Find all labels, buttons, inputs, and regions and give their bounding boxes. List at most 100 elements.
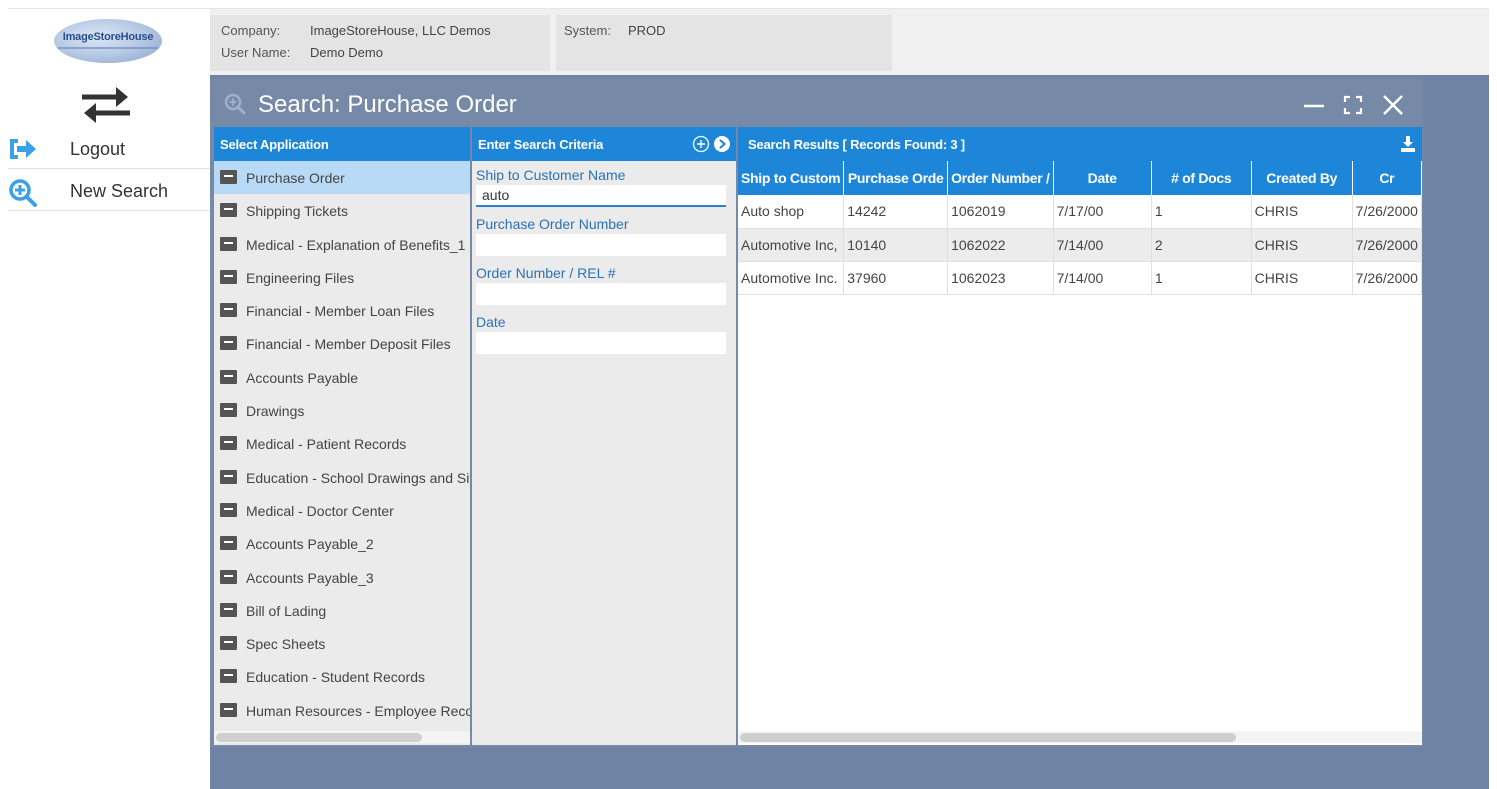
logout-icon [8, 136, 38, 162]
company-value: ImageStoreHouse, LLC Demos [310, 23, 491, 38]
search-window: Search: Purchase Order Select Applicatio… [210, 79, 1423, 747]
archive-box-icon [220, 170, 237, 184]
application-list-item[interactable]: Spec Sheets [214, 627, 470, 660]
archive-box-icon [220, 303, 237, 318]
application-label: Spec Sheets [246, 636, 326, 653]
application-label: Medical - Doctor Center [246, 502, 394, 519]
search-results-panel: Search Results [ Records Found: 3 ] Ship… [738, 127, 1422, 745]
results-cell: Auto shop [738, 195, 845, 229]
results-row[interactable]: Auto shop 14242 1062019 7/17/00 1 CHRIS 7/26/2… [738, 195, 1422, 229]
archive-box-icon [220, 336, 237, 351]
results-row[interactable]: Automotive Inc. 37960 1062023 7/14/00 1 CHRIS… [738, 261, 1422, 295]
minimize-icon[interactable] [1300, 91, 1328, 119]
close-icon[interactable] [1379, 91, 1407, 119]
application-list-item[interactable]: Accounts Payable_2 [214, 527, 470, 560]
results-cell: 7/26/2000 [1352, 228, 1422, 262]
results-cell: 7/26/2000 [1352, 261, 1422, 295]
application-list-item[interactable]: Purchase Order [214, 161, 470, 195]
application-list-item[interactable]: Financial - Member Loan Files [214, 294, 470, 327]
order-number-rel-input[interactable] [476, 283, 726, 305]
maximize-icon[interactable] [1339, 91, 1367, 119]
results-cell: 2 [1151, 228, 1252, 262]
results-horizontal-scrollbar[interactable] [738, 731, 1422, 743]
app-frame: ImageStoreHouse Company: ImageStoreHouse… [8, 8, 1489, 789]
column-header-created-by[interactable]: Created By [1251, 161, 1353, 195]
application-list-item[interactable]: Drawings [214, 394, 470, 427]
application-label: Human Resources - Employee Recor [246, 702, 470, 719]
application-list-item[interactable]: Financial - Member Deposit Files [214, 327, 470, 360]
results-cell: 7/17/00 [1053, 195, 1152, 229]
ship-to-customer-name-input[interactable] [476, 185, 726, 207]
results-cell: 1062023 [947, 261, 1054, 295]
column-header-purchase-order[interactable]: Purchase Orde [843, 161, 949, 195]
results-cell: 10140 [843, 228, 949, 262]
application-list-item[interactable]: Education - School Drawings and Site [214, 461, 470, 494]
archive-box-icon [220, 236, 237, 251]
archive-box-icon [220, 403, 237, 418]
purchase-order-number-input[interactable] [476, 234, 726, 256]
column-header-order-number[interactable]: Order Number / [947, 161, 1054, 195]
select-application-panel: Select Application Purchase Order Shippin… [214, 127, 470, 745]
application-list-item[interactable]: Medical - Doctor Center [214, 494, 470, 527]
user-name-value: Demo Demo [310, 45, 383, 60]
criteria-actions [692, 135, 730, 153]
column-header-date[interactable]: Date [1053, 161, 1152, 195]
application-list-item[interactable]: Accounts Payable [214, 361, 470, 394]
column-header-created-date[interactable]: Cr [1352, 161, 1422, 195]
archive-box-icon [220, 569, 237, 584]
column-header-num-docs[interactable]: # of Docs [1151, 161, 1252, 195]
system-info-box: System: PROD [556, 15, 892, 71]
application-list-item[interactable]: Bill of Lading [214, 594, 470, 627]
archive-box-icon [220, 436, 237, 451]
application-list-item[interactable]: Engineering Files [214, 261, 470, 294]
header-bar: ImageStoreHouse Company: ImageStoreHouse… [8, 9, 1489, 75]
application-label: Accounts Payable [246, 369, 359, 386]
download-icon[interactable] [1400, 135, 1416, 153]
column-header-ship-to-customer[interactable]: Ship to Custom [738, 161, 845, 195]
application-label: Medical - Explanation of Benefits_1 [246, 236, 466, 253]
ship-to-customer-name-label: Ship to Customer Name [476, 167, 626, 183]
search-plus-icon [224, 93, 246, 115]
results-cell: 1 [1151, 195, 1252, 229]
nav-item-new-search[interactable]: New Search [8, 171, 210, 211]
application-label: Financial - Member Loan Files [246, 303, 435, 320]
application-list-item[interactable]: Medical - Explanation of Benefits_1 [214, 228, 470, 261]
archive-box-icon [220, 269, 237, 284]
application-label: Purchase Order [246, 170, 345, 186]
archive-box-icon [220, 369, 237, 384]
application-list-item[interactable]: Accounts Payable_3 [214, 561, 470, 594]
application-list-item[interactable]: Shipping Tickets [214, 194, 470, 227]
search-criteria-panel: Enter Search Criteria Ship to Customer N [472, 127, 736, 745]
archive-box-icon [220, 602, 237, 617]
results-row[interactable]: Automotive Inc, 10140 1062022 7/14/00 2 CHRIS… [738, 228, 1422, 262]
results-table: Ship to Custom Purchase Orde Order Numbe… [738, 161, 1422, 295]
search-plus-icon [8, 178, 38, 207]
results-cell: CHRIS [1251, 195, 1353, 229]
window-controls [1292, 91, 1407, 119]
application-label: Engineering Files [246, 269, 355, 286]
nav-item-logout[interactable]: Logout [8, 129, 210, 169]
swap-arrows-icon[interactable] [78, 83, 134, 127]
date-label: Date [476, 314, 506, 330]
window-title: Search: Purchase Order [258, 91, 517, 118]
system-label: System: [564, 23, 611, 38]
application-list-item[interactable]: Education - Student Records [214, 660, 470, 693]
application-label: Medical - Patient Records [246, 436, 407, 453]
logo-text: ImageStoreHouse [62, 31, 154, 43]
select-application-header: Select Application [214, 127, 470, 161]
user-name-label: User Name: [221, 45, 291, 60]
results-header-row: Ship to Custom Purchase Orde Order Numbe… [738, 161, 1422, 195]
application-label: Bill of Lading [246, 602, 327, 619]
company-logo: ImageStoreHouse [32, 15, 184, 67]
application-list-item[interactable]: Human Resources - Employee Recor [214, 694, 470, 727]
results-cell: 14242 [843, 195, 949, 229]
nav-label-logout: Logout [70, 139, 126, 159]
date-input[interactable] [476, 332, 726, 354]
archive-box-icon [220, 469, 237, 484]
results-cell: CHRIS [1251, 228, 1353, 262]
application-label: Accounts Payable_2 [246, 536, 374, 553]
apps-horizontal-scrollbar[interactable] [214, 731, 470, 743]
application-label: Drawings [246, 403, 305, 420]
application-label: Education - Student Records [246, 669, 425, 686]
application-list-item[interactable]: Medical - Patient Records [214, 427, 470, 460]
